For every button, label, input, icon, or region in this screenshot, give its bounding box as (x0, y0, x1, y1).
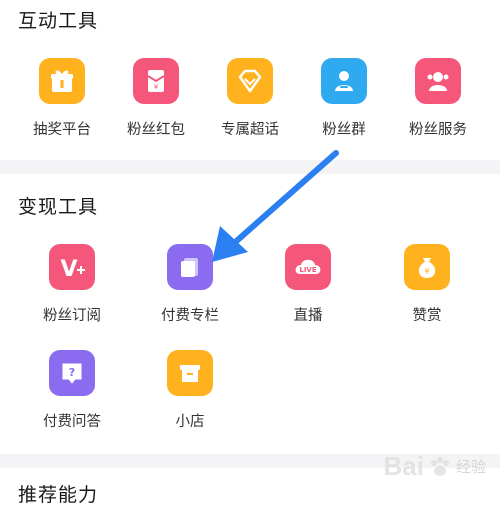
svg-text:¥: ¥ (424, 267, 429, 276)
tool-label: 抽奖平台 (33, 122, 91, 138)
tool-label: 粉丝订阅 (43, 308, 101, 324)
tool-fan-group[interactable]: 粉丝群 (298, 58, 390, 139)
tool-live[interactable]: LIVE 直播 (262, 244, 354, 325)
tool-label: 专属超话 (221, 122, 279, 138)
section-title-monetize: 变现工具 (18, 196, 99, 218)
svg-text:¥: ¥ (154, 83, 159, 91)
diamond-icon (227, 58, 273, 104)
money-bag-icon: ¥ (404, 244, 450, 290)
v-plus-icon: V (49, 244, 95, 290)
section-title-interactive: 互动工具 (18, 10, 99, 32)
tool-fan-red-envelope[interactable]: ¥ 粉丝红包 (110, 58, 202, 139)
tool-lottery-platform[interactable]: 抽奖平台 (16, 58, 108, 139)
tool-label: 直播 (293, 308, 323, 324)
fan-service-icon (415, 58, 461, 104)
tool-label: 粉丝服务 (409, 122, 467, 138)
tool-shop[interactable]: 小店 (144, 350, 236, 431)
tool-label: 付费专栏 (161, 308, 219, 324)
tool-label: 付费问答 (43, 414, 101, 430)
interactive-tools-section: 互动工具 抽奖平台 ¥ 粉丝红包 专属超话 粉丝群 粉丝服务 (0, 0, 500, 160)
tool-label: 小店 (175, 414, 205, 430)
tool-reward[interactable]: ¥ 赞赏 (381, 244, 473, 325)
svg-text:?: ? (69, 366, 75, 379)
group-icon (321, 58, 367, 104)
shop-icon (167, 350, 213, 396)
baidu-watermark: Bai 经验 (384, 451, 486, 482)
tool-label: 粉丝群 (322, 122, 366, 138)
section-title-recommend: 推荐能力 (18, 484, 99, 506)
column-icon (167, 244, 213, 290)
question-icon: ? (49, 350, 95, 396)
paw-icon (430, 456, 449, 476)
tool-fan-subscription[interactable]: V 粉丝订阅 (26, 244, 118, 325)
monetization-tools-section: 变现工具 V 粉丝订阅 付费专栏 LIVE 直播 ¥ 赞赏 ? 付费问答 小店 (0, 174, 500, 454)
section-divider (0, 160, 500, 174)
live-icon: LIVE (285, 244, 331, 290)
svg-text:LIVE: LIVE (299, 266, 316, 274)
tool-fan-service[interactable]: 粉丝服务 (392, 58, 484, 139)
tool-label: 赞赏 (412, 308, 442, 324)
tool-label: 粉丝红包 (127, 122, 185, 138)
svg-text:V: V (60, 257, 77, 282)
red-envelope-icon: ¥ (133, 58, 179, 104)
tool-paid-column[interactable]: 付费专栏 (144, 244, 236, 325)
tool-paid-qa[interactable]: ? 付费问答 (26, 350, 118, 431)
watermark-brand: Bai (383, 451, 424, 481)
gift-icon (39, 58, 85, 104)
tool-exclusive-topic[interactable]: 专属超话 (204, 58, 296, 139)
watermark-suffix: 经验 (455, 459, 486, 476)
